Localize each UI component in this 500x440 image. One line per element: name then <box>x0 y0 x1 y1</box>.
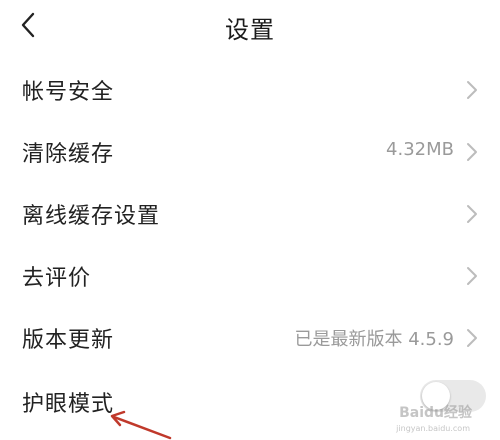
setting-label: 离线缓存设置 <box>22 204 161 229</box>
chevron-right-icon <box>467 81 477 99</box>
cache-size-value: 4.32MB <box>386 139 454 160</box>
version-status-value: 已是最新版本 4.5.9 <box>294 329 454 350</box>
chevron-right-icon <box>467 329 477 347</box>
top-bar: 设置 <box>0 0 500 52</box>
setting-row-clear-cache[interactable]: 清除缓存 4.32MB <box>0 122 500 184</box>
setting-row-account-security[interactable]: 帐号安全 <box>0 60 500 122</box>
chevron-right-icon <box>467 205 477 223</box>
watermark-url: jingyan.baidu.com <box>396 424 470 433</box>
setting-label: 去评价 <box>22 266 92 291</box>
chevron-right-icon <box>467 143 477 161</box>
watermark-logo: Baidu经验 <box>399 405 472 421</box>
setting-label: 版本更新 <box>22 328 115 353</box>
setting-row-version-update[interactable]: 版本更新 已是最新版本 4.5.9 <box>0 308 500 370</box>
setting-row-offline-cache[interactable]: 离线缓存设置 <box>0 184 500 246</box>
page-title: 设置 <box>225 16 275 44</box>
setting-label: 帐号安全 <box>22 80 115 105</box>
setting-row-rate[interactable]: 去评价 <box>0 246 500 308</box>
setting-label: 清除缓存 <box>22 142 115 167</box>
chevron-right-icon <box>467 267 477 285</box>
annotation-arrow-icon <box>110 410 172 440</box>
